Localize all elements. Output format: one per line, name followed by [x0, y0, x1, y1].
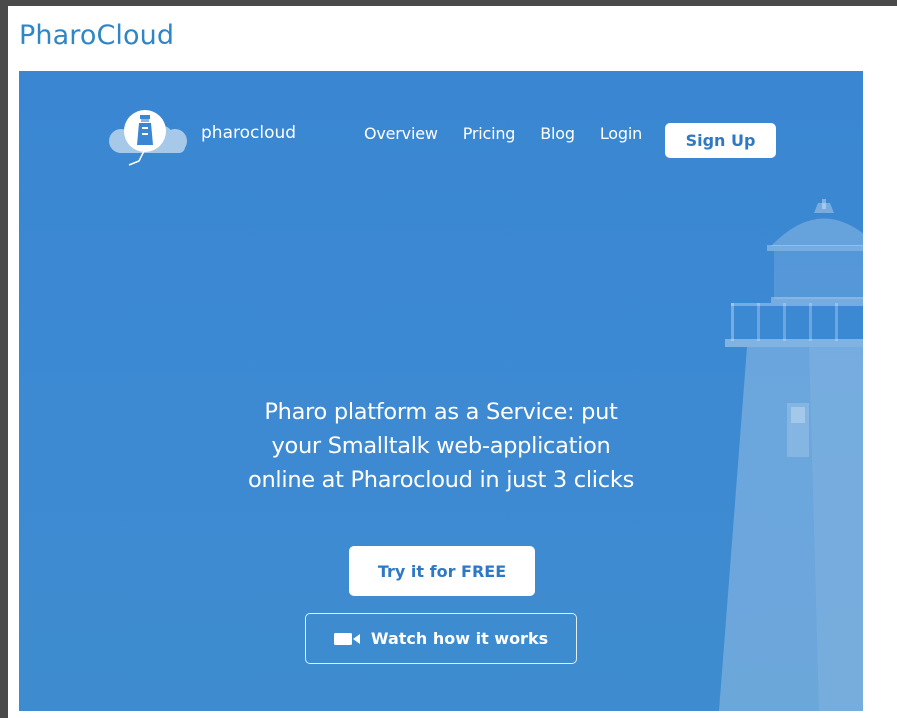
- brand-logo[interactable]: pharocloud: [99, 101, 296, 167]
- video-camera-icon: [333, 632, 360, 645]
- nav-link-overview[interactable]: Overview: [364, 124, 438, 143]
- nav-link-login[interactable]: Login: [600, 124, 642, 143]
- hero-headline-line: your Smalltalk web-application: [271, 433, 611, 459]
- watch-video-label: Watch how it works: [370, 629, 549, 648]
- watch-video-button[interactable]: Watch how it works: [305, 613, 577, 664]
- page: PharoCloud pharocloud Overview Pricing B…: [8, 6, 897, 718]
- lighthouse-cloud-logo-icon: [109, 110, 187, 166]
- try-for-free-button[interactable]: Try it for FREE: [349, 546, 535, 596]
- hero-headline-line: Pharo platform as a Service: put: [264, 399, 618, 425]
- nav-link-pricing[interactable]: Pricing: [463, 124, 516, 143]
- hero-section: pharocloud Overview Pricing Blog Login S…: [19, 71, 863, 711]
- top-navigation: Overview Pricing Blog Login: [364, 124, 664, 143]
- nav-link-blog[interactable]: Blog: [540, 124, 575, 143]
- page-title: PharoCloud: [19, 20, 175, 51]
- sign-up-button[interactable]: Sign Up: [665, 123, 776, 158]
- hero-headline-line: online at Pharocloud in just 3 clicks: [247, 467, 634, 493]
- brand-name: pharocloud: [201, 123, 297, 143]
- hero-headline: Pharo platform as a Service: put your Sm…: [191, 395, 691, 497]
